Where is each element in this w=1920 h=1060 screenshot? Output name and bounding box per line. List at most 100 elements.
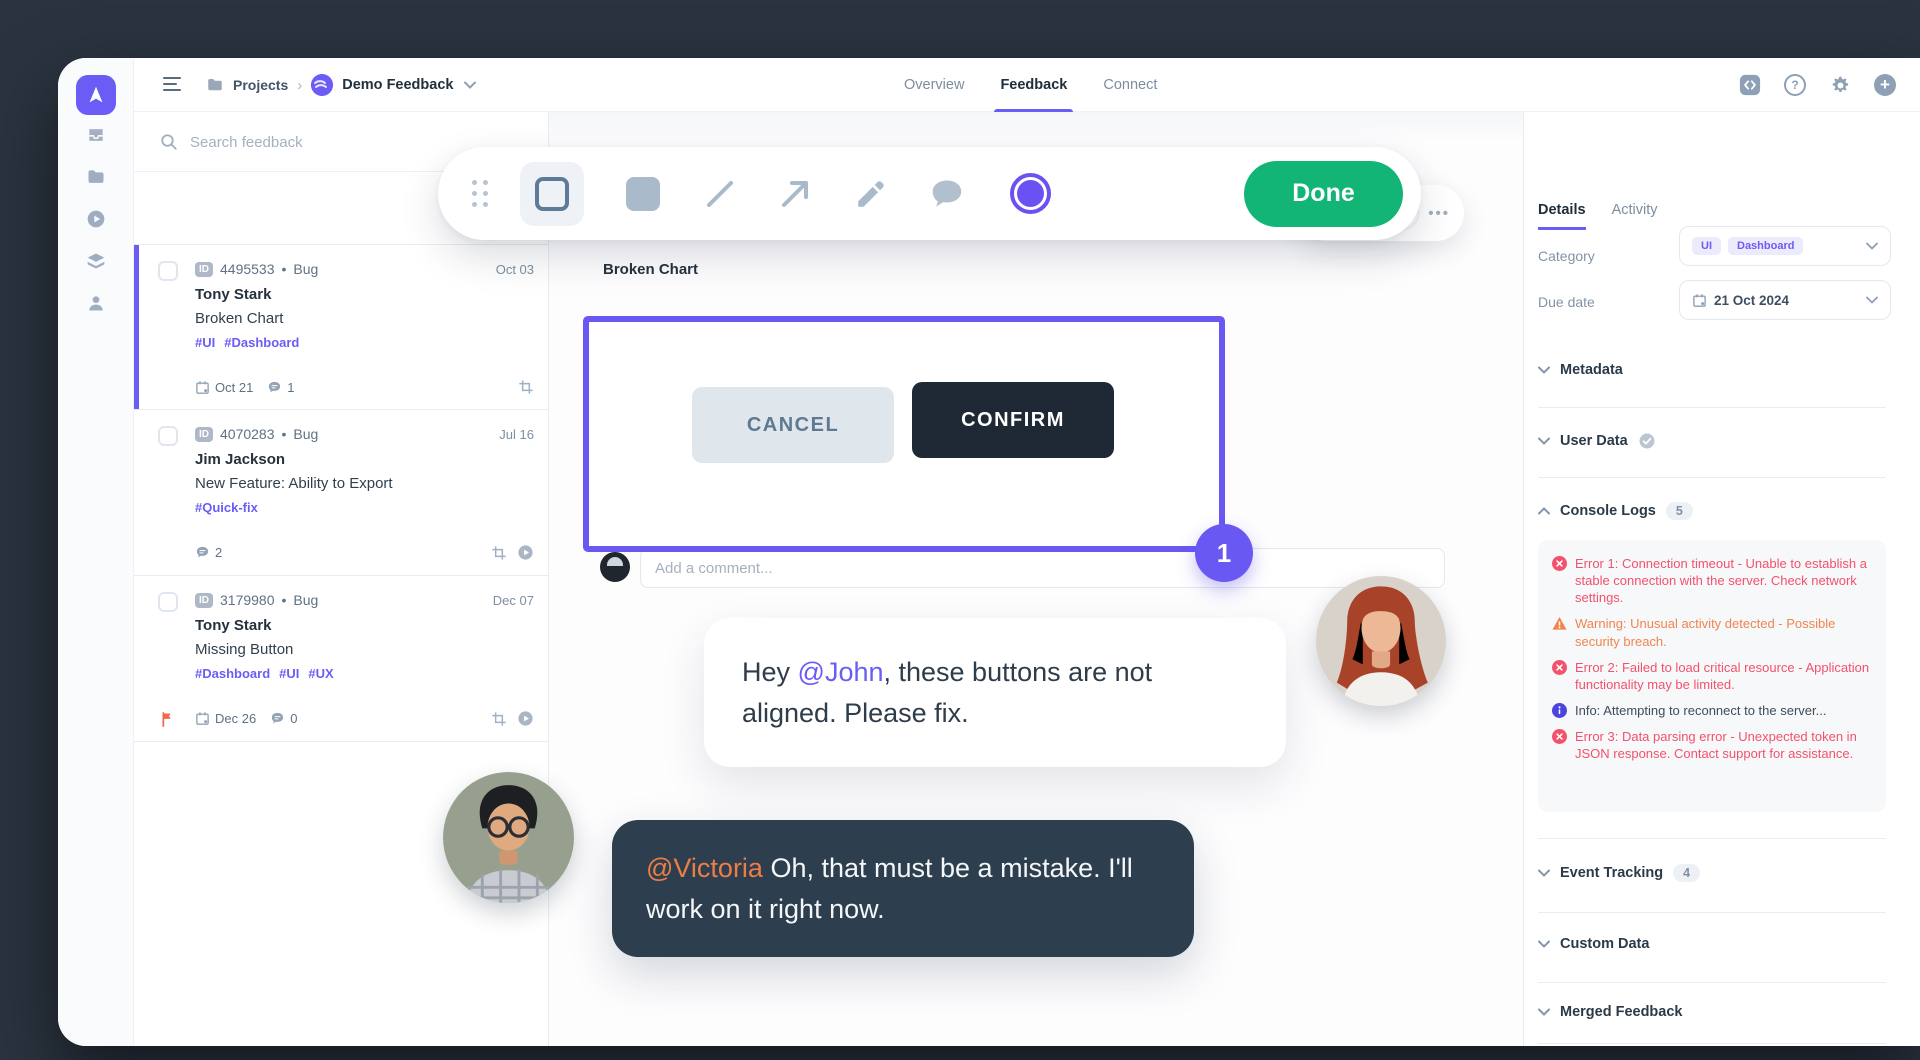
feedback-card[interactable]: ID 4070283 • Bug Jul 16 Jim Jackson New … <box>134 410 548 576</box>
mention[interactable]: @John <box>798 657 884 687</box>
details-tabs: Details Activity <box>1538 202 1657 230</box>
section-label: Event Tracking <box>1560 865 1663 881</box>
breadcrumb: Projects › Demo Feedback <box>206 58 476 112</box>
section-label: Metadata <box>1560 362 1623 378</box>
folder-icon[interactable] <box>86 167 106 187</box>
annotation-rectangle[interactable] <box>583 316 1225 552</box>
tab-overview[interactable]: Overview <box>904 58 964 112</box>
tab-connect[interactable]: Connect <box>1103 58 1157 112</box>
avatar-john <box>443 772 574 903</box>
settings-gear-icon[interactable] <box>1829 74 1851 96</box>
feedback-card[interactable]: ID 4495533 • Bug Oct 03 Tony Stark Broke… <box>134 244 548 410</box>
calendar-icon <box>195 711 210 726</box>
tag[interactable]: #Dashboard <box>195 666 270 681</box>
embed-code-icon[interactable] <box>1739 74 1761 96</box>
annotation-toolbar: Done <box>438 147 1421 240</box>
more-options-icon[interactable] <box>1428 205 1450 222</box>
card-header: ID 4495533 • Bug Oct 03 <box>195 261 534 277</box>
arrow-tool[interactable] <box>776 175 814 213</box>
divider <box>1538 477 1886 478</box>
breadcrumb-project-name[interactable]: Demo Feedback <box>342 77 453 93</box>
comment-tool[interactable] <box>928 175 966 213</box>
id-badge: ID <box>195 427 213 442</box>
card-tags: #Dashboard #UI #UX <box>195 666 534 681</box>
card-tags: #UI #Dashboard <box>195 335 534 350</box>
screen-crop-icon[interactable] <box>491 545 507 561</box>
chevron-up-icon <box>1538 507 1550 515</box>
chevron-down-icon[interactable] <box>464 81 476 89</box>
color-swatch[interactable] <box>1010 173 1051 214</box>
filled-rectangle-icon <box>626 177 660 211</box>
done-button[interactable]: Done <box>1244 161 1403 227</box>
chat-bubble: Hey @John, these buttons are not aligned… <box>704 618 1286 767</box>
card-checkbox[interactable] <box>158 426 178 446</box>
user-icon[interactable] <box>86 293 106 313</box>
card-checkbox[interactable] <box>158 592 178 612</box>
confirm-button[interactable]: CONFIRM <box>912 382 1114 458</box>
inbox-icon[interactable] <box>86 125 106 145</box>
divider <box>1538 407 1886 408</box>
tag[interactable]: #UI <box>195 335 215 350</box>
menu-icon[interactable] <box>163 77 181 95</box>
app-logo[interactable] <box>76 75 116 115</box>
tag[interactable]: #UI <box>279 666 299 681</box>
category-select[interactable]: UI Dashboard <box>1679 226 1891 266</box>
tab-details[interactable]: Details <box>1538 202 1586 230</box>
log-entry: Error 3: Data parsing error - Unexpected… <box>1552 728 1872 762</box>
section-label: User Data <box>1560 433 1628 449</box>
pen-tool[interactable] <box>854 177 888 211</box>
line-icon <box>702 176 738 212</box>
tag[interactable]: #Dashboard <box>224 335 299 350</box>
calendar-icon <box>1692 293 1707 308</box>
help-icon[interactable] <box>1784 74 1806 96</box>
card-title: New Feature: Ability to Export <box>195 475 534 492</box>
drag-handle-icon[interactable] <box>472 180 488 207</box>
filled-rectangle-tool[interactable] <box>584 177 660 211</box>
due-date-value: 21 Oct 2024 <box>1714 293 1789 308</box>
comment-input[interactable] <box>640 548 1445 588</box>
tab-feedback[interactable]: Feedback <box>1000 58 1067 112</box>
annotation-marker-badge[interactable]: 1 <box>1195 524 1253 582</box>
tab-activity[interactable]: Activity <box>1612 202 1658 230</box>
due-date-select[interactable]: 21 Oct 2024 <box>1679 280 1891 320</box>
layers-icon[interactable] <box>86 251 106 271</box>
due-date: Dec 26 <box>215 711 256 726</box>
error-icon <box>1552 556 1567 571</box>
section-user-data[interactable]: User Data <box>1538 432 1886 450</box>
section-metadata[interactable]: Metadata <box>1538 362 1886 378</box>
divider <box>1538 1043 1886 1044</box>
play-recording-icon[interactable] <box>517 544 534 561</box>
warning-icon <box>1552 616 1567 631</box>
play-icon[interactable] <box>86 209 106 229</box>
section-merged-feedback[interactable]: Merged Feedback <box>1538 1004 1886 1020</box>
error-icon <box>1552 729 1567 744</box>
icon-sidebar <box>58 58 134 1046</box>
rectangle-tool[interactable] <box>520 162 584 226</box>
priority-flag-icon[interactable] <box>160 711 176 728</box>
screen-crop-icon[interactable] <box>518 379 534 395</box>
card-checkbox[interactable] <box>158 261 178 281</box>
breadcrumb-projects[interactable]: Projects <box>233 77 288 93</box>
tag[interactable]: #UX <box>308 666 333 681</box>
comment-icon <box>267 380 282 395</box>
line-tool[interactable] <box>702 176 738 212</box>
section-event-tracking[interactable]: Event Tracking 4 <box>1538 864 1886 882</box>
navigation-arrow-icon <box>85 84 107 106</box>
mention[interactable]: @Victoria <box>646 853 763 883</box>
section-custom-data[interactable]: Custom Data <box>1538 936 1886 952</box>
card-date: Dec 07 <box>493 593 534 608</box>
add-new-icon[interactable] <box>1874 74 1896 96</box>
due-date-label: Due date <box>1538 294 1595 310</box>
tag[interactable]: #Quick-fix <box>195 500 258 515</box>
card-author: Tony Stark <box>195 617 534 634</box>
chevron-down-icon <box>1538 940 1550 948</box>
cancel-button[interactable]: CANCEL <box>692 387 894 463</box>
play-recording-icon[interactable] <box>517 710 534 727</box>
section-console-logs[interactable]: Console Logs 5 <box>1538 502 1886 520</box>
comment-icon <box>195 545 210 560</box>
screen-crop-icon[interactable] <box>491 711 507 727</box>
card-meta: Oct 21 1 <box>195 379 534 395</box>
feedback-card[interactable]: ID 3179980 • Bug Dec 07 Tony Stark Missi… <box>134 576 548 742</box>
card-meta: 2 <box>195 544 534 561</box>
category-chip: UI <box>1692 237 1721 255</box>
